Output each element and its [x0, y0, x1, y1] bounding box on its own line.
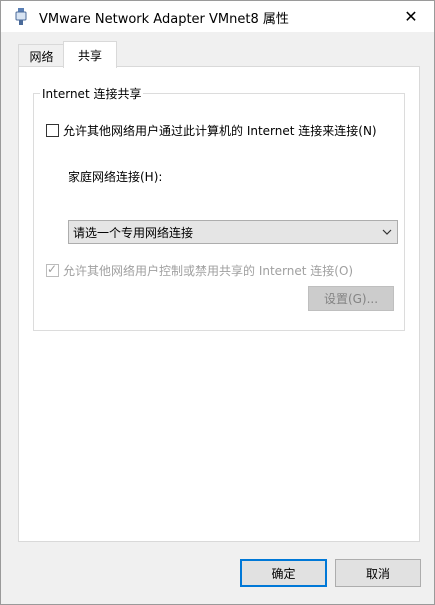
tab-label: 网络 [29, 49, 54, 64]
home-network-select[interactable]: 请选一个专用网络连接 [68, 220, 398, 244]
cancel-button-label: 取消 [365, 566, 390, 581]
group-title: Internet 连接共享 [40, 85, 144, 102]
ok-button-label: 确定 [271, 566, 296, 581]
chevron-down-icon [377, 229, 397, 235]
properties-dialog: VMware Network Adapter VMnet8 属性 ✕ 网络 共享… [0, 0, 435, 605]
home-network-label: 家庭网络连接(H): [68, 170, 163, 184]
allow-connect-checkbox[interactable]: 允许其他网络用户通过此计算机的 Internet 连接来连接(N) [46, 122, 377, 139]
tab-network[interactable]: 网络 [18, 44, 65, 67]
settings-button[interactable]: 设置(G)... [308, 286, 394, 311]
close-button[interactable]: ✕ [388, 1, 434, 32]
sharing-panel: Internet 连接共享 允许其他网络用户通过此计算机的 Internet 连… [18, 66, 420, 542]
tab-sharing[interactable]: 共享 [63, 41, 117, 68]
ok-button[interactable]: 确定 [240, 559, 327, 587]
checkbox-box[interactable]: ✓ [46, 262, 59, 277]
allow-control-checkbox[interactable]: ✓ 允许其他网络用户控制或禁用共享的 Internet 连接(O) [46, 262, 353, 279]
internet-sharing-group: Internet 连接共享 允许其他网络用户通过此计算机的 Internet 连… [33, 85, 405, 331]
allow-control-label: 允许其他网络用户控制或禁用共享的 Internet 连接(O) [63, 264, 354, 278]
tab-label: 共享 [77, 48, 102, 63]
title-bar[interactable]: VMware Network Adapter VMnet8 属性 ✕ [1, 1, 434, 32]
checkbox-box[interactable] [46, 124, 59, 137]
select-value: 请选一个专用网络连接 [73, 225, 194, 240]
settings-button-label: 设置(G)... [323, 292, 379, 306]
close-icon: ✕ [404, 7, 418, 26]
window-title: VMware Network Adapter VMnet8 属性 [39, 12, 289, 27]
allow-connect-label: 允许其他网络用户通过此计算机的 Internet 连接来连接(N) [63, 124, 377, 138]
cancel-button[interactable]: 取消 [335, 559, 421, 587]
check-mark-icon: ✓ [47, 262, 58, 276]
network-adapter-icon [15, 8, 27, 25]
